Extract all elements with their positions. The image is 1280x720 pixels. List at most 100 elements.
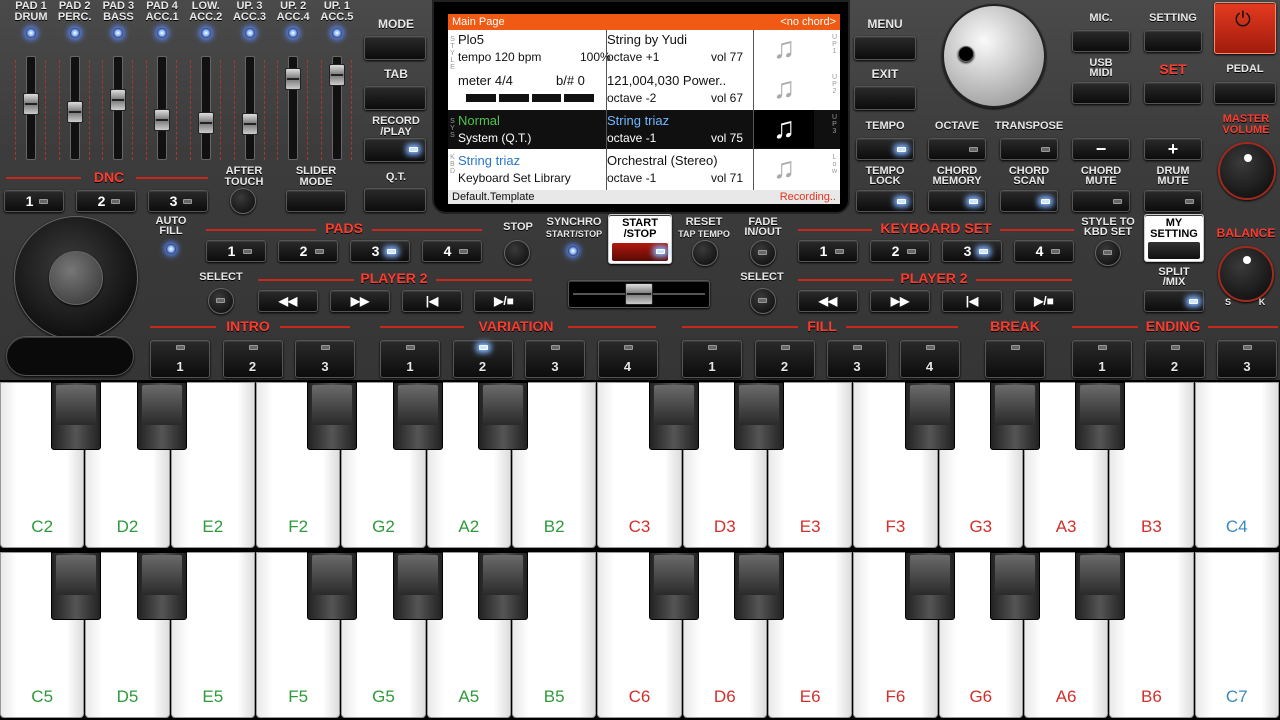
slider-handle-1[interactable] (23, 92, 39, 115)
auto-fill-led[interactable] (166, 244, 176, 254)
keyboard-set-button-1[interactable]: 1 (798, 240, 858, 262)
rew-button[interactable]: ◀◀ (798, 290, 858, 312)
lcd-row-keyboard[interactable]: String triaz Keyboard Set Library Orches… (448, 150, 840, 189)
ff-button[interactable]: ▶▶ (870, 290, 930, 312)
drum-mute-button[interactable] (1144, 190, 1202, 212)
home-button[interactable]: |◀ (942, 290, 1002, 312)
octave-button[interactable] (928, 138, 986, 160)
ending-button-2[interactable]: 2 (1144, 340, 1205, 378)
slider-handle-5[interactable] (197, 111, 214, 134)
pad-button-2[interactable]: 2 (278, 240, 338, 262)
stop-button[interactable] (504, 240, 530, 266)
lcd-row-meter[interactable]: meter 4/4 b/# 0 121,004,030 Power.. octa… (448, 70, 840, 109)
usb-midi-button[interactable] (1072, 82, 1130, 104)
play-button[interactable]: ▶/■ (1014, 290, 1074, 312)
home-button[interactable]: |◀ (402, 290, 462, 312)
exit-button[interactable] (854, 86, 916, 110)
mic-button[interactable] (1072, 30, 1130, 52)
slider-handle-3[interactable] (110, 88, 127, 111)
black-key[interactable] (477, 552, 528, 620)
variation-button-2[interactable]: 2 (452, 340, 513, 378)
ff-button[interactable]: ▶▶ (330, 290, 390, 312)
black-key[interactable] (648, 382, 699, 450)
start-stop-button[interactable]: START /STOP (608, 214, 672, 264)
pad-button-1[interactable]: 1 (206, 240, 266, 262)
dnc-button-1[interactable]: 1 (4, 190, 64, 212)
master-volume-knob[interactable] (1218, 142, 1276, 200)
black-key[interactable] (136, 382, 187, 450)
setting-button[interactable] (1144, 30, 1202, 52)
fill-button-2[interactable]: 2 (754, 340, 815, 378)
menu-button[interactable] (854, 36, 916, 60)
lcd-row-style[interactable]: Plo5 tempo 120 bpm 100% String by Yudi o… (448, 30, 840, 69)
black-key[interactable] (51, 382, 102, 450)
black-key[interactable] (648, 552, 699, 620)
break-button[interactable] (985, 340, 1045, 378)
black-key[interactable] (733, 382, 784, 450)
tempo-lock-button[interactable] (856, 190, 914, 212)
joystick-bar[interactable] (6, 336, 134, 376)
split-mix-button[interactable] (1144, 290, 1204, 312)
after-touch-button[interactable] (230, 188, 256, 214)
keyboard-set-button-4[interactable]: 4 (1014, 240, 1074, 262)
select-button-right[interactable] (750, 288, 776, 314)
power-button[interactable]: ⏻ (1214, 2, 1276, 54)
white-key-C7[interactable]: C7 (1194, 552, 1279, 718)
black-key[interactable] (392, 552, 443, 620)
tempo-button[interactable] (856, 138, 914, 160)
plus-button[interactable]: + (1144, 138, 1202, 160)
minus-button[interactable]: − (1072, 138, 1130, 160)
qt-button[interactable] (364, 188, 426, 212)
data-dial[interactable] (942, 4, 1046, 108)
black-key[interactable] (477, 382, 528, 450)
keyboard-set-button-3[interactable]: 3 (942, 240, 1002, 262)
fade-button[interactable] (750, 240, 776, 266)
tab-button[interactable] (364, 86, 426, 110)
variation-button-4[interactable]: 4 (597, 340, 658, 378)
synchro-led[interactable] (568, 246, 578, 256)
dnc-button-3[interactable]: 3 (148, 190, 208, 212)
black-key[interactable] (307, 552, 358, 620)
slider-handle-4[interactable] (154, 109, 171, 132)
black-key[interactable] (51, 552, 102, 620)
ending-button-1[interactable]: 1 (1072, 340, 1132, 378)
chord-memory-button[interactable] (928, 190, 986, 212)
intro-button-1[interactable]: 1 (150, 340, 210, 378)
vip-wheel[interactable] (14, 216, 138, 340)
slider-handle-8[interactable] (328, 64, 345, 87)
reset-button[interactable] (692, 240, 718, 266)
black-key[interactable] (136, 552, 187, 620)
mode-button[interactable] (364, 36, 426, 60)
slider-handle-7[interactable] (285, 68, 302, 91)
black-key[interactable] (989, 552, 1040, 620)
black-key[interactable] (307, 382, 358, 450)
intro-button-3[interactable]: 3 (295, 340, 355, 378)
pad-button-4[interactable]: 4 (422, 240, 482, 262)
pad-button-3[interactable]: 3 (350, 240, 410, 262)
black-key[interactable] (904, 382, 955, 450)
play-button[interactable]: ▶/■ (474, 290, 534, 312)
ending-button-3[interactable]: 3 (1217, 340, 1277, 378)
fill-button-1[interactable]: 1 (682, 340, 742, 378)
fill-button-4[interactable]: 4 (899, 340, 960, 378)
intro-button-2[interactable]: 2 (222, 340, 283, 378)
variation-button-1[interactable]: 1 (380, 340, 440, 378)
keyboard-set-button-2[interactable]: 2 (870, 240, 930, 262)
set-button[interactable] (1144, 82, 1202, 104)
select-button-left[interactable] (208, 288, 234, 314)
crossfader-handle[interactable] (625, 283, 653, 305)
black-key[interactable] (392, 382, 443, 450)
black-key[interactable] (1075, 382, 1126, 450)
pedal-button[interactable] (1214, 82, 1276, 104)
rew-button[interactable]: ◀◀ (258, 290, 318, 312)
lcd-row-system[interactable]: Normal System (Q.T.) String triaz octave… (448, 110, 840, 149)
slider-mode-button[interactable] (286, 190, 346, 212)
fill-button-3[interactable]: 3 (827, 340, 887, 378)
dnc-button-2[interactable]: 2 (76, 190, 136, 212)
slider-handle-2[interactable] (66, 101, 83, 124)
style-to-kbd-button[interactable] (1095, 240, 1121, 266)
transpose-button[interactable] (1000, 138, 1058, 160)
chord-scan-button[interactable] (1000, 190, 1058, 212)
black-key[interactable] (989, 382, 1040, 450)
black-key[interactable] (904, 552, 955, 620)
